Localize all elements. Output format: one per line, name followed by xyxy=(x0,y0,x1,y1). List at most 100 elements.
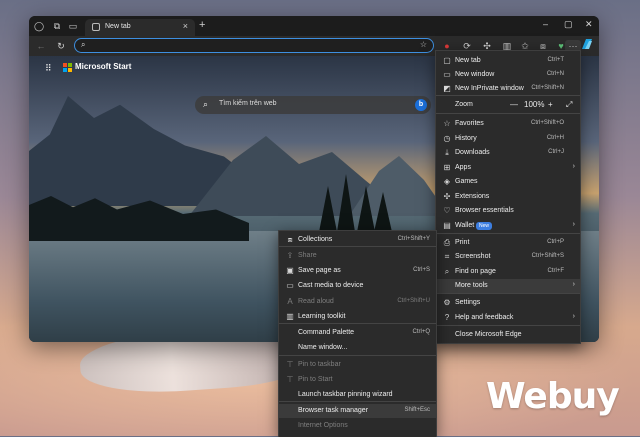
menu-item-find-on-page[interactable]: ⌕ Find on page Ctrl+F xyxy=(436,265,580,279)
minimize-icon[interactable]: – xyxy=(543,19,548,29)
apps-icon: ⊞ xyxy=(443,163,451,172)
menu-item-label: Browser essentials xyxy=(455,207,514,214)
menu-item-label: New tab xyxy=(455,57,481,64)
settings-icon: ⚙ xyxy=(443,298,451,307)
menu-item-label: Print xyxy=(455,239,470,246)
menu-item-label: Close Microsoft Edge xyxy=(455,331,522,338)
new-tab-icon: ▢ xyxy=(443,56,451,65)
menu-item-label: Apps xyxy=(455,164,471,171)
close-tab-icon[interactable]: × xyxy=(183,21,188,31)
submenu-item-pin-to-taskbar: ⊤ Pin to taskbar xyxy=(279,358,436,372)
submenu-item-collections[interactable]: ⧈ Collections Ctrl+Shift+Y xyxy=(279,233,436,247)
menu-item-zoom[interactable]: Zoom — 100% + ⤢ xyxy=(436,98,580,112)
menu-item-extensions[interactable]: ✣ Extensions xyxy=(436,190,580,204)
menu-item-print[interactable]: ⎙ Print Ctrl+P xyxy=(436,236,580,250)
menu-item-close-microsoft-edge[interactable]: Close Microsoft Edge xyxy=(436,328,580,342)
submenu-item-cast-media-to-device[interactable]: ▭ Cast media to device xyxy=(279,279,436,293)
menu-item-new-tab[interactable]: ▢ New tab Ctrl+T xyxy=(436,54,580,68)
find-icon: ⌕ xyxy=(444,267,450,276)
microsoft-start-brand[interactable]: Microsoft Start xyxy=(75,62,131,71)
menu-item-label: Screenshot xyxy=(455,253,491,260)
menu-item-new-inprivate-window[interactable]: ◩ New InPrivate window Ctrl+Shift+N xyxy=(436,82,580,96)
shortcut-text: Ctrl+Shift+Y xyxy=(397,236,430,242)
menu-item-more-tools[interactable]: More tools › xyxy=(436,279,580,293)
shortcut-text: Ctrl+Shift+O xyxy=(530,120,564,126)
zoom-level: 100% xyxy=(524,100,545,109)
submenu-item-name-window-[interactable]: Name window... xyxy=(279,341,436,355)
menu-item-history[interactable]: ◷ History Ctrl+H xyxy=(436,132,580,146)
collections-icon: ⧈ xyxy=(287,235,293,244)
fullscreen-icon[interactable]: ⤢ xyxy=(566,100,572,110)
menu-item-help-and-feedback[interactable]: ? Help and feedback › xyxy=(436,311,580,325)
menu-item-label: Games xyxy=(455,178,478,185)
submenu-item-browser-task-manager[interactable]: Browser task manager Shift+Esc xyxy=(279,404,436,418)
heart-pulse-icon: ♡ xyxy=(443,206,451,215)
close-window-icon[interactable]: ✕ xyxy=(585,19,593,30)
menu-item-downloads[interactable]: ⤓ Downloads Ctrl+J xyxy=(436,146,580,160)
games-icon: ◈ xyxy=(443,177,451,186)
submenu-item-save-page-as[interactable]: ▣ Save page as Ctrl+S xyxy=(279,264,436,278)
workspaces-icon[interactable]: ⧉ xyxy=(51,20,63,32)
shortcut-text: Ctrl+S xyxy=(413,267,430,273)
settings-menu: ▢ New tab Ctrl+T ▭ New window Ctrl+N ◩ New InPr… xyxy=(435,50,581,344)
menu-item-new-window[interactable]: ▭ New window Ctrl+N xyxy=(436,68,580,82)
inprivate-icon: ◩ xyxy=(443,84,451,93)
menu-item-label: Browser task manager xyxy=(298,407,369,414)
app-launcher-icon[interactable]: ⠿ xyxy=(45,63,52,74)
web-search-box[interactable]: ⌕ Tìm kiếm trên web b xyxy=(195,96,431,114)
submenu-item-launch-taskbar-pinning-wizard[interactable]: Launch taskbar pinning wizard xyxy=(279,388,436,402)
pine-tree xyxy=(337,174,355,232)
save-icon: ▣ xyxy=(286,266,294,275)
menu-item-apps[interactable]: ⊞ Apps › xyxy=(436,161,580,175)
menu-item-favorites[interactable]: ☆ Favorites Ctrl+Shift+O xyxy=(436,117,580,131)
submenu-item-pin-to-start: ⊤ Pin to Start xyxy=(279,373,436,387)
copilot-icon[interactable] xyxy=(580,37,594,51)
pine-tree xyxy=(319,186,337,232)
submenu-item-command-palette[interactable]: Command Palette Ctrl+Q xyxy=(279,326,436,340)
menu-item-label: Collections xyxy=(298,236,333,243)
new-tab-button[interactable]: + xyxy=(199,19,205,31)
tab-label: New tab xyxy=(105,23,131,30)
new-badge: New xyxy=(476,222,493,230)
maximize-icon[interactable]: ▢ xyxy=(564,19,573,30)
shortcut-text: Ctrl+J xyxy=(548,149,564,155)
favorite-star-icon[interactable]: ☆ xyxy=(420,40,427,49)
menu-separator xyxy=(436,325,580,326)
wallet-icon: ▤ xyxy=(443,221,451,230)
back-icon[interactable]: ← xyxy=(35,40,47,52)
pine-tree xyxy=(374,192,392,232)
submenu-item-learning-toolkit[interactable]: ▥ Learning toolkit xyxy=(279,310,436,324)
shortcut-text: Ctrl+Q xyxy=(412,329,430,335)
profile-icon[interactable]: ◯ xyxy=(33,20,45,32)
submenu-item-share: ⇪ Share xyxy=(279,249,436,263)
menu-item-label: Save page as xyxy=(298,267,341,274)
zoom-in-button[interactable]: + xyxy=(548,100,553,109)
shortcut-text: Ctrl+Shift+S xyxy=(531,253,564,259)
menu-item-label: Name window... xyxy=(298,344,348,351)
menu-item-browser-essentials[interactable]: ♡ Browser essentials xyxy=(436,204,580,218)
menu-item-label: Settings xyxy=(455,299,481,306)
learning-icon: ▥ xyxy=(286,312,294,321)
menu-item-settings[interactable]: ⚙ Settings xyxy=(436,296,580,310)
shortcut-text: Ctrl+F xyxy=(547,268,565,274)
pin-icon: ⊤ xyxy=(286,360,294,369)
shortcut-text: Ctrl+H xyxy=(546,135,564,141)
help-icon: ? xyxy=(444,313,450,322)
screenshot-icon: ⌗ xyxy=(444,252,450,261)
tab-new-tab[interactable]: New tab × xyxy=(85,19,195,36)
search-icon: ⌕ xyxy=(203,99,209,109)
menu-item-games[interactable]: ◈ Games xyxy=(436,175,580,189)
zoom-out-button[interactable]: — xyxy=(510,100,518,109)
read-aloud-icon: A xyxy=(287,297,293,306)
address-bar[interactable]: ⌕ ☆ xyxy=(74,38,434,53)
refresh-icon[interactable]: ↻ xyxy=(55,40,67,52)
tab-favicon-icon xyxy=(92,23,100,31)
menu-item-screenshot[interactable]: ⌗ Screenshot Ctrl+Shift+S xyxy=(436,250,580,264)
bing-icon[interactable]: b xyxy=(415,99,427,111)
menu-item-wallet[interactable]: ▤ Wallet New › xyxy=(436,219,580,233)
shortcut-text: Shift+Esc xyxy=(404,407,430,413)
tab-actions-icon[interactable]: ▭ xyxy=(67,20,79,32)
menu-separator xyxy=(436,233,580,234)
menu-item-label: History xyxy=(455,135,477,142)
history-icon: ◷ xyxy=(443,134,451,143)
